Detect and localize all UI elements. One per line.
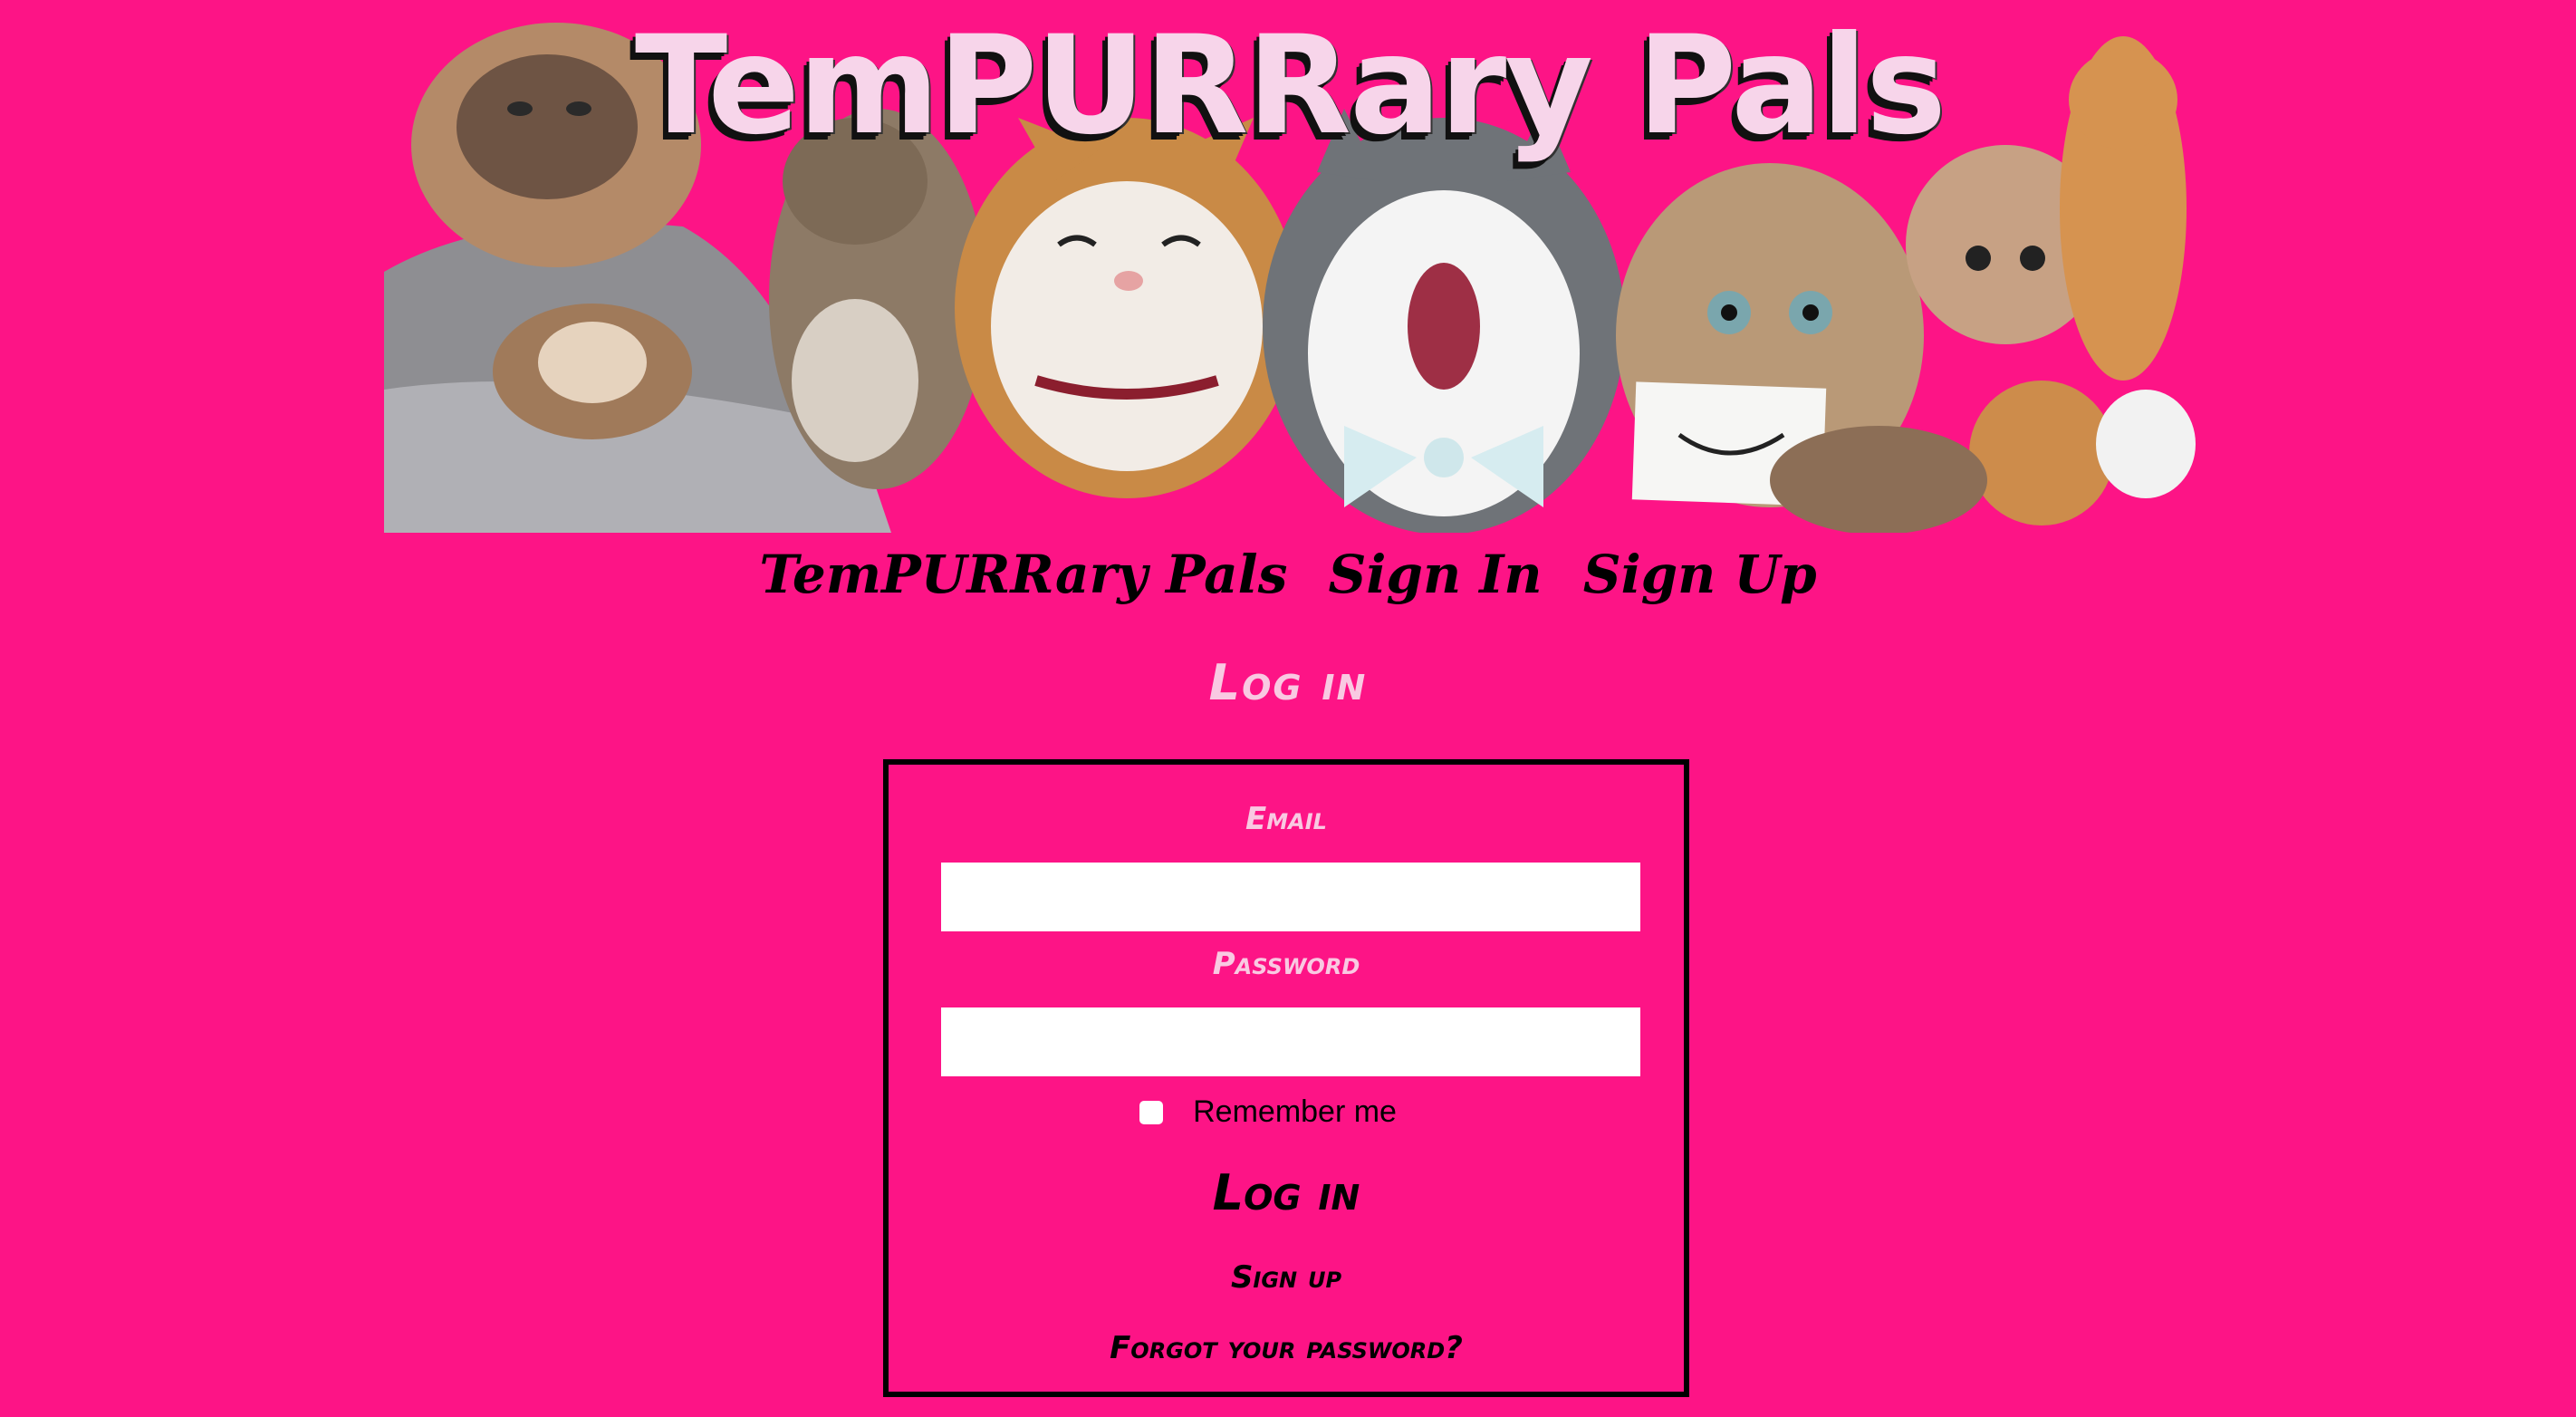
password-field[interactable]	[941, 1007, 1640, 1076]
password-label: Password	[1212, 946, 1360, 982]
nav-home-link[interactable]: TemPURRary Pals	[759, 544, 1287, 605]
forgot-password-link[interactable]: Forgot your password?	[889, 1330, 1684, 1366]
email-field[interactable]	[941, 863, 1640, 931]
banner-title: TemPURRary Pals	[634, 7, 1946, 165]
login-form: Email Password Remember me Log in Sign u…	[883, 759, 1689, 1397]
remember-me-label: Remember me	[1193, 1094, 1397, 1129]
remember-me-checkbox[interactable]	[1139, 1100, 1164, 1124]
sign-up-link[interactable]: Sign up	[889, 1259, 1684, 1296]
email-label: Email	[1245, 801, 1327, 837]
nav-sign-up-link[interactable]: Sign Up	[1583, 544, 1817, 605]
main-nav: TemPURRary Pals Sign In Sign Up	[0, 544, 2576, 605]
login-button[interactable]: Log in	[889, 1163, 1684, 1222]
banner-image: TemPURRary Pals	[384, 0, 2196, 533]
remember-me-row: Remember me	[889, 1094, 1684, 1130]
page: TemPURRary Pals TemPURRary Pals Sign In …	[0, 0, 2576, 1417]
nav-sign-in-link[interactable]: Sign In	[1328, 544, 1542, 605]
page-title: Log in	[1208, 654, 1368, 711]
